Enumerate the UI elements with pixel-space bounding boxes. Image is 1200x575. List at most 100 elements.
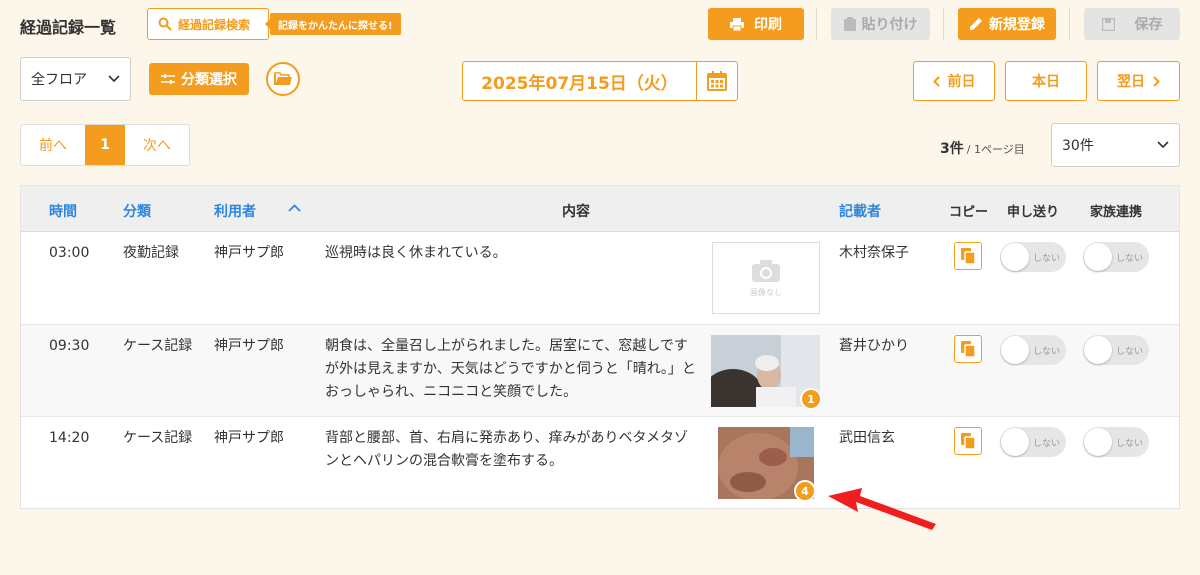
- header-time[interactable]: 時間: [49, 201, 77, 221]
- paste-button[interactable]: 貼り付け: [831, 8, 930, 40]
- category-select-button[interactable]: 分類選択: [149, 63, 249, 95]
- no-image-placeholder: 画像なし: [712, 242, 820, 314]
- photo-thumbnail[interactable]: 4: [718, 427, 816, 502]
- header-category[interactable]: 分類: [123, 201, 151, 221]
- row-time: 03:00: [49, 245, 90, 261]
- next-day-button[interactable]: 翌日: [1097, 61, 1180, 101]
- chevron-down-icon: [1157, 141, 1169, 149]
- chevron-down-icon: [108, 75, 120, 83]
- toggle-label: しない: [1116, 254, 1144, 264]
- search-icon: [158, 17, 172, 31]
- row-content: 朝食は、全量召し上がられました。居室にて、窓越しですが外は見えますか、天気はどう…: [325, 338, 696, 400]
- chevron-up-icon[interactable]: [288, 204, 301, 212]
- photo-thumbnail[interactable]: 1: [703, 335, 822, 417]
- header-author[interactable]: 記載者: [839, 201, 881, 221]
- calendar-icon: [707, 71, 727, 91]
- header-handover: 申し送り: [1007, 205, 1060, 220]
- row-category: 夜勤記録: [123, 245, 179, 261]
- folder-button[interactable]: [266, 62, 300, 96]
- date-value: 2025年07月15日（火）: [463, 62, 697, 100]
- divider: [943, 8, 944, 40]
- result-count: 3件 / 1ページ目: [940, 138, 1025, 158]
- annotation-arrow: [828, 488, 936, 530]
- pencil-icon: [970, 18, 982, 30]
- chevron-left-icon: [932, 75, 940, 87]
- row-user: 神戸サプ郎: [214, 430, 284, 446]
- photo-count-badge: 4: [794, 480, 816, 502]
- folder-open-icon: [274, 72, 292, 85]
- row-author: 武田信玄: [839, 430, 895, 446]
- row-category: ケース記録: [123, 430, 193, 446]
- table-row[interactable]: 03:00 夜勤記録 神戸サプ郎 巡視時は良く休まれている。 画像なし 木村奈保…: [21, 232, 1179, 325]
- prev-page-button[interactable]: 前へ: [21, 125, 85, 165]
- floppy-disk-icon: [1101, 17, 1115, 31]
- row-user: 神戸サプ郎: [214, 245, 284, 261]
- toggle-label: しない: [1033, 347, 1061, 357]
- row-author: 蒼井ひかり: [839, 338, 909, 354]
- print-button[interactable]: 印刷: [708, 8, 804, 40]
- row-content: 巡視時は良く休まれている。: [325, 245, 507, 261]
- copy-icon: [961, 433, 975, 449]
- record-search-button[interactable]: 経過記録検索: [147, 8, 269, 40]
- copy-button[interactable]: [954, 335, 982, 363]
- clipboard-icon: [843, 17, 856, 31]
- next-day-label: 翌日: [1117, 74, 1145, 90]
- category-select-label: 分類選択: [181, 72, 237, 88]
- search-tooltip: 記録をかんたんに探せる!: [265, 13, 401, 35]
- header-user[interactable]: 利用者: [214, 201, 256, 221]
- toggle-label: しない: [1033, 439, 1061, 449]
- table-header: 時間 分類 利用者 内容 記載者 コピー 申し送り 家族連携: [21, 186, 1179, 232]
- table-row[interactable]: 09:30 ケース記録 神戸サプ郎 朝食は、全量召し上がられました。居室にて、窓…: [21, 325, 1179, 417]
- header-copy: コピー: [949, 205, 989, 220]
- toggle-label: しない: [1116, 347, 1144, 357]
- new-record-button[interactable]: 新規登録: [958, 8, 1056, 40]
- page-1-button[interactable]: 1: [85, 125, 125, 165]
- copy-icon: [961, 341, 975, 357]
- next-page-button[interactable]: 次へ: [125, 125, 189, 165]
- today-button[interactable]: 本日: [1005, 61, 1087, 101]
- copy-button[interactable]: [954, 427, 982, 455]
- row-author: 木村奈保子: [839, 245, 909, 261]
- page-title: 経過記録一覧: [20, 18, 117, 37]
- pagination: 前へ 1 次へ: [20, 124, 190, 166]
- copy-button[interactable]: [954, 242, 982, 270]
- toggle-label: しない: [1116, 439, 1144, 449]
- row-time: 09:30: [49, 338, 90, 354]
- per-page-value: 30件: [1062, 138, 1094, 154]
- prev-day-label: 前日: [947, 74, 976, 90]
- prev-day-button[interactable]: 前日: [913, 61, 995, 101]
- family-toggle[interactable]: しない: [1083, 427, 1149, 457]
- date-picker[interactable]: 2025年07月15日（火）: [462, 61, 738, 101]
- save-button[interactable]: 保存: [1084, 8, 1180, 40]
- calendar-button[interactable]: [697, 62, 737, 100]
- chevron-right-icon: [1153, 75, 1160, 87]
- records-table: 時間 分類 利用者 内容 記載者 コピー 申し送り 家族連携 03:00 夜勤記…: [20, 185, 1180, 509]
- family-toggle[interactable]: しない: [1083, 242, 1149, 272]
- save-label: 保存: [1134, 17, 1163, 33]
- header-content: 内容: [562, 204, 590, 220]
- row-user: 神戸サプ郎: [214, 338, 284, 354]
- handover-toggle[interactable]: しない: [1000, 335, 1066, 365]
- row-category: ケース記録: [123, 338, 193, 354]
- row-time: 14:20: [49, 430, 90, 446]
- row-content: 背部と腰部、首、右肩に発赤あり、痒みがありベタメタゾンとヘパリンの混合軟膏を塗布…: [325, 430, 689, 469]
- sliders-icon: [161, 74, 175, 84]
- floor-select-value: 全フロア: [31, 72, 87, 88]
- no-image-label: 画像なし: [750, 287, 782, 297]
- record-search-label: 経過記録検索: [178, 17, 251, 32]
- new-record-label: 新規登録: [989, 17, 1045, 33]
- photo-count-badge: 1: [800, 388, 822, 410]
- print-label: 印刷: [754, 17, 782, 33]
- copy-icon: [961, 248, 975, 264]
- floor-select[interactable]: 全フロア: [20, 57, 131, 101]
- handover-toggle[interactable]: しない: [1000, 427, 1066, 457]
- camera-icon: [752, 259, 780, 282]
- printer-icon: [730, 17, 744, 31]
- divider: [1069, 8, 1070, 40]
- table-row[interactable]: 14:20 ケース記録 神戸サプ郎 背部と腰部、首、右肩に発赤あり、痒みがありベ…: [21, 417, 1179, 509]
- header-family: 家族連携: [1090, 205, 1143, 220]
- handover-toggle[interactable]: しない: [1000, 242, 1066, 272]
- family-toggle[interactable]: しない: [1083, 335, 1149, 365]
- per-page-select[interactable]: 30件: [1051, 123, 1180, 167]
- record-count: 3件: [940, 141, 964, 157]
